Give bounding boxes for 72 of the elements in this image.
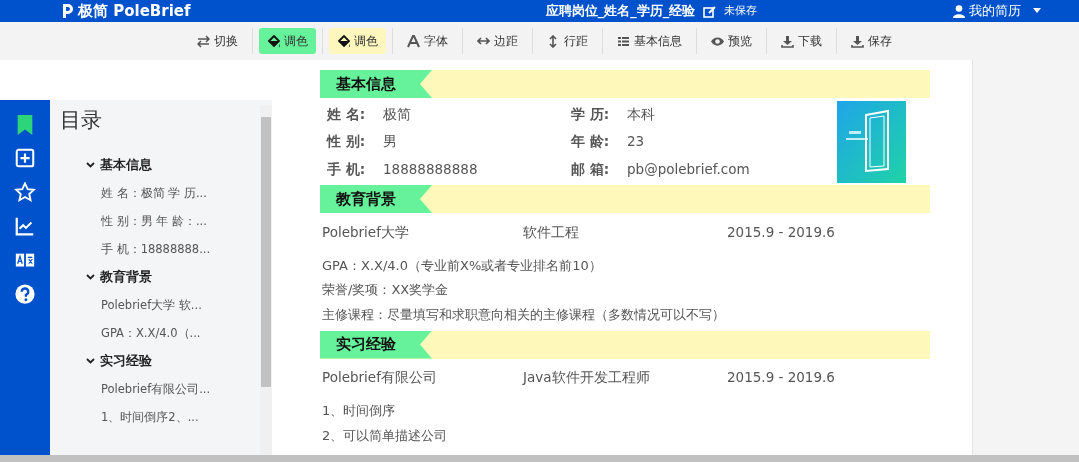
entry-text: 2015.9 - 2019.6 [727,222,835,242]
toolbar-button[interactable]: 切换 [189,28,246,54]
help-icon[interactable] [14,284,36,306]
chevron-down-icon [86,162,95,169]
toolbar-button[interactable]: 字体 [399,28,456,54]
chevron-down-icon [86,358,95,365]
toc-item[interactable]: GPA：X.X/4.0（... [101,319,201,348]
font-icon [407,34,420,48]
description-line: 2、可以简单描述公司 [322,426,449,445]
section-title: 基本信息 [320,70,432,98]
field-label: 邮 箱: [571,159,611,179]
chevron-down-icon [86,274,95,281]
toc-item[interactable]: 性 别：男 年 龄：... [101,207,207,236]
add-icon[interactable] [14,148,36,170]
toolbar-button[interactable]: 预览 [703,28,760,54]
toc-item[interactable]: Polebrief大学 软... [101,291,202,320]
paint-bucket-icon [337,34,350,48]
toc-item[interactable]: Polebrief有限公司... [101,375,211,404]
field-value: 男 [383,132,397,152]
entry-text: Java软件开发工程师 [523,368,651,388]
entry-text: Polebrief有限公司 [322,368,438,388]
entry-text: 2015.9 - 2019.6 [727,368,835,388]
scrollbar[interactable] [260,105,272,455]
toolbar-button[interactable]: 行距 [539,28,596,54]
toolbar-button[interactable]: 调色 [329,28,386,54]
document-title: 应聘岗位_姓名_学历_经验 [545,2,696,21]
toc-item[interactable]: 1、时间倒序2、... [101,403,199,432]
field-label: 手 机: [327,159,367,179]
entry-text: 软件工程 [523,222,580,242]
toc-section[interactable]: 教育背景 [86,263,152,292]
scrollbar[interactable] [0,455,1079,462]
toc-title: 目录 [59,107,103,134]
eye-icon [711,34,724,48]
field-value: 18888888888 [383,159,478,179]
star-icon[interactable] [14,182,36,204]
field-label: 姓 名: [327,104,367,124]
user-menu[interactable]: 我的简历 [951,1,1047,21]
field-value: 23 [627,132,645,152]
description-line: GPA：X.X/4.0（专业前X%或者专业排名前10） [322,256,603,275]
list-icon [617,34,630,48]
logo-icon [62,3,74,19]
toolbar-button[interactable]: 保存 [843,28,900,54]
toolbar-button[interactable]: 边距 [469,28,526,54]
toc-item[interactable]: 姓 名：极简 学 历... [101,179,207,208]
field-label: 年 龄: [571,132,611,152]
toc-section[interactable]: 实习经验 [86,347,152,376]
chart-icon[interactable] [14,216,36,238]
section-title: 实习经验 [320,330,432,359]
field-label: 学 历: [571,104,611,124]
field-value: pb@polebrief.com [627,159,750,179]
user-icon [953,4,965,18]
field-label: 性 别: [327,132,367,152]
description-line: 荣誉/奖项：XX奖学金 [322,281,450,299]
toc-item[interactable]: 手 机：18888888... [101,235,211,264]
entry-text: Polebrief大学 [322,222,410,242]
field-value: 极简 [383,104,411,124]
vertical-arrows-icon [547,34,560,48]
description-line: 主修课程：尽量填写和求职意向相关的主修课程（多数情况可以不写） [322,305,726,324]
toolbar-button[interactable]: 下载 [773,28,830,54]
field-value: 本科 [627,104,655,124]
swap-icon [197,34,210,48]
download-icon [781,34,794,48]
save-status: 未保存 [724,2,758,19]
toc-section[interactable]: 基本信息 [86,151,152,180]
paint-bucket-icon [267,34,280,48]
edit-icon [703,4,717,18]
section-title: 教育背景 [320,185,432,213]
toolbar-button[interactable]: 基本信息 [609,28,690,54]
toolbar-button[interactable]: 调色 [259,28,316,54]
app-logo: 极简 PoleBrief [78,0,191,22]
download-icon [851,34,864,48]
description-line: 1、时间倒序 [322,402,397,420]
